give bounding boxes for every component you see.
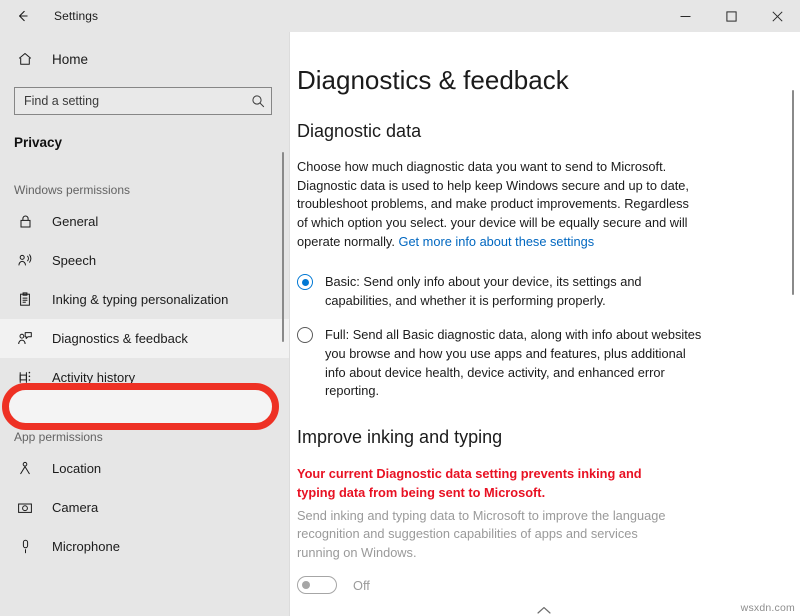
sidebar-item-label: Inking & typing personalization <box>52 292 229 307</box>
sidebar-group-windows-permissions: General Speech Inking & typing personali… <box>0 202 290 397</box>
activity-history-icon <box>14 370 36 385</box>
inking-toggle-knob <box>302 581 310 590</box>
sidebar-item-home[interactable]: Home <box>0 40 290 78</box>
title-bar-left: Settings <box>0 0 662 32</box>
sidebar-item-label: Microphone <box>52 539 120 554</box>
lock-icon <box>14 214 36 229</box>
inking-warning-text: Your current Diagnostic data setting pre… <box>297 466 642 500</box>
page-title: Diagnostics & feedback <box>297 65 569 95</box>
sidebar-content: Home Privacy Windows <box>0 32 290 616</box>
sidebar-item-location[interactable]: Location <box>0 449 290 488</box>
radio-basic-label: Basic: Send only info about your device,… <box>325 274 642 308</box>
sidebar-item-label: Speech <box>52 253 97 268</box>
scroll-up-chevron-icon[interactable] <box>536 602 552 616</box>
sidebar-item-general[interactable]: General <box>0 202 290 241</box>
radio-full-label: Full: Send all Basic diagnostic data, al… <box>325 327 702 399</box>
sidebar-item-label: Camera <box>52 500 99 515</box>
sidebar-item-diagnostics-feedback[interactable]: Diagnostics & feedback <box>0 319 290 358</box>
inking-description: Send inking and typing data to Microsoft… <box>297 507 666 560</box>
main-content: Diagnostics & feedback Diagnostic data C… <box>290 32 800 616</box>
microphone-icon <box>14 539 36 554</box>
radio-option-full[interactable]: Full: Send all Basic diagnostic data, al… <box>297 326 800 400</box>
maximize-icon <box>725 10 737 22</box>
inking-toggle-state-label: Off <box>353 577 370 593</box>
sidebar-item-label: Activity history <box>52 370 136 385</box>
feedback-person-icon <box>14 331 36 346</box>
sidebar-scrollbar-thumb[interactable] <box>282 152 284 342</box>
close-icon <box>771 10 783 22</box>
back-button[interactable] <box>0 0 46 32</box>
sidebar-group-header-windows-permissions: Windows permissions <box>14 183 131 197</box>
clipboard-icon <box>14 292 36 307</box>
sidebar-group-app-permissions: Location Camera Microphone <box>0 449 290 566</box>
inking-toggle-switch[interactable] <box>297 576 337 595</box>
app-title: Settings <box>54 9 99 23</box>
diagnostic-data-description: Choose how much diagnostic data you want… <box>297 158 689 251</box>
sidebar-item-label: General <box>52 214 99 229</box>
section-heading-improve-inking: Improve inking and typing <box>297 426 503 447</box>
sidebar-item-label: Diagnostics & feedback <box>52 331 188 346</box>
diagnostic-data-radio-group: Basic: Send only info about your device,… <box>297 273 800 401</box>
location-pin-icon <box>14 461 36 476</box>
sidebar-item-speech[interactable]: Speech <box>0 241 290 280</box>
maximize-button[interactable] <box>708 0 754 32</box>
sidebar-item-inking-typing-personalization[interactable]: Inking & typing personalization <box>0 280 290 319</box>
window-controls <box>662 0 800 32</box>
settings-window: Settings Home Find a setting Privacy Win… <box>0 0 800 616</box>
search-icon[interactable] <box>251 94 265 108</box>
section-heading-diagnostic-data: Diagnostic data <box>297 120 422 141</box>
main-scrollbar-thumb[interactable] <box>792 90 794 295</box>
annotation-highlight-fill <box>9 390 272 423</box>
radio-option-basic[interactable]: Basic: Send only info about your device,… <box>297 273 800 310</box>
radio-full-indicator[interactable] <box>297 327 313 344</box>
search-container <box>14 87 272 115</box>
content-padding: Diagnostics & feedback Diagnostic data C… <box>290 32 800 616</box>
radio-basic-indicator[interactable] <box>297 274 313 291</box>
speech-person-icon <box>14 253 36 268</box>
home-icon <box>14 51 36 67</box>
watermark: wsxdn.com <box>740 602 795 614</box>
back-arrow-icon <box>15 8 31 24</box>
get-more-info-link[interactable]: Get more info about these settings <box>398 234 594 249</box>
sidebar-home-label: Home <box>52 51 89 67</box>
sidebar: Home Privacy Windows <box>0 32 290 616</box>
camera-icon <box>14 501 36 515</box>
title-bar: Settings <box>0 0 800 32</box>
close-button[interactable] <box>754 0 800 32</box>
search-input[interactable] <box>24 94 251 108</box>
inking-toggle-row[interactable]: Off <box>297 576 800 595</box>
minimize-button[interactable] <box>662 0 708 32</box>
sidebar-item-label: Location <box>52 461 102 476</box>
sidebar-category-title: Privacy <box>14 135 63 150</box>
window-body: Home Privacy Windows <box>0 32 800 616</box>
sidebar-item-camera[interactable]: Camera <box>0 488 290 527</box>
minimize-icon <box>680 11 691 22</box>
search-box[interactable] <box>14 87 272 115</box>
sidebar-item-microphone[interactable]: Microphone <box>0 527 290 566</box>
